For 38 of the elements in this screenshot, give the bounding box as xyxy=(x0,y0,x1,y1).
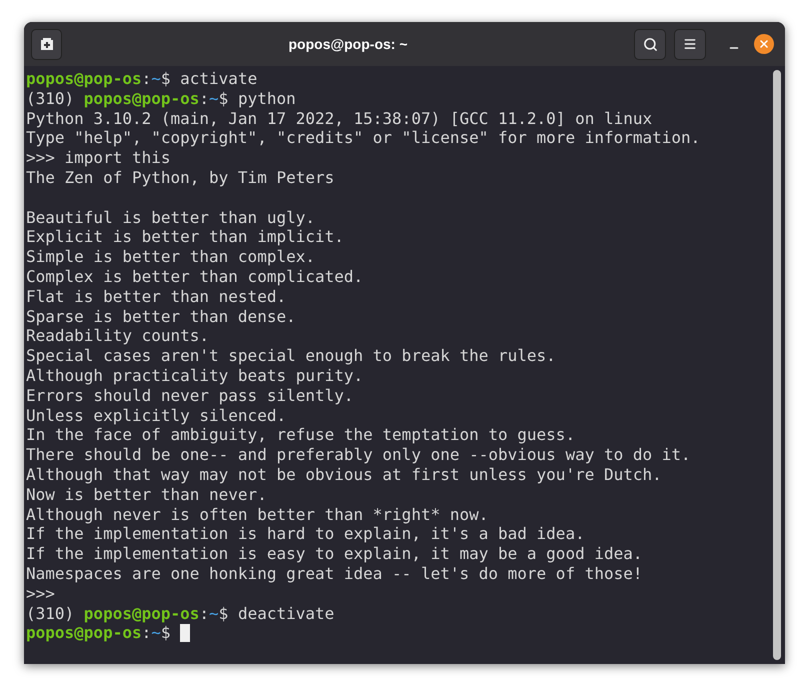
output-line: >>> xyxy=(26,584,55,604)
output-line: Errors should never pass silently. xyxy=(26,386,354,406)
output-line: The Zen of Python, by Tim Peters xyxy=(26,168,334,188)
output-line: If the implementation is hard to explain, it's a bad idea. xyxy=(26,524,585,544)
menu-icon xyxy=(683,37,697,51)
new-tab-icon xyxy=(40,37,54,51)
output-line: Now is better than never. xyxy=(26,484,267,505)
output-line: Flat is better than nested. xyxy=(26,286,286,307)
output-line: Unless explicitly silenced. xyxy=(26,406,286,426)
output-line: Complex is better than complicated. xyxy=(26,266,364,287)
close-button[interactable] xyxy=(754,34,774,54)
window-title: popos@pop-os: ~ xyxy=(288,34,408,54)
search-button[interactable] xyxy=(634,28,666,60)
output-line: Special cases aren't special enough to break the rules. xyxy=(26,346,556,366)
prompt-line: popos@pop-os:~$ xyxy=(26,623,172,644)
output-line: In the face of ambiguity, refuse the temptation to guess. xyxy=(26,425,576,446)
output-line: Although never is often better than *right* now. xyxy=(26,504,488,524)
output-line: Python 3.10.2 (main, Jan 17 2022, 15:38:07) [GCC 11.2.0] on linux xyxy=(26,108,652,128)
close-icon xyxy=(758,38,770,50)
prompt-line: popos@pop-os:~$ activate xyxy=(26,69,258,89)
output-line: Explicit is better than implicit. xyxy=(26,227,344,248)
output-line: Although practicality beats purity. xyxy=(26,366,364,386)
output-line: Simple is better than complex. xyxy=(26,247,315,267)
search-icon xyxy=(642,36,658,52)
prompt-line: (310) popos@pop-os:~$ python xyxy=(26,88,296,109)
scrollbar[interactable] xyxy=(773,70,781,660)
output-line: Although that way may not be obvious at first unless you're Dutch. xyxy=(26,464,662,485)
menu-button[interactable] xyxy=(674,28,706,60)
output-line: Sparse is better than dense. xyxy=(26,306,296,326)
new-tab-button[interactable] xyxy=(31,28,62,60)
output-line: If the implementation is easy to explain, it may be a good idea. xyxy=(26,544,642,564)
output-line: >>> import this xyxy=(26,148,170,168)
output-line: Beautiful is better than ugly. xyxy=(26,208,315,228)
output-line: Namespaces are one honking great idea -- let's do more of those! xyxy=(26,564,642,584)
output-line: There should be one-- and preferably only one --obvious way to do it. xyxy=(26,445,691,465)
prompt-line: (310) popos@pop-os:~$ deactivate xyxy=(26,604,334,624)
output-line: Readability counts. xyxy=(26,326,210,346)
output-line: Type "help", "copyright", "credits" or "license" for more information. xyxy=(26,128,700,148)
